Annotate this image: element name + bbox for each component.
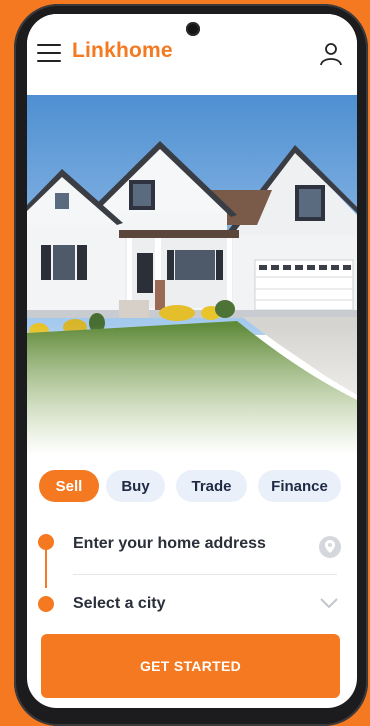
step-connector-line (45, 548, 47, 588)
tab-finance[interactable]: Finance (258, 470, 341, 502)
tab-sell[interactable]: Sell (39, 470, 99, 502)
user-account-icon[interactable] (318, 41, 344, 67)
city-step-dot (38, 596, 54, 612)
location-pin-icon[interactable] (319, 536, 341, 558)
city-select[interactable]: Select a city (73, 595, 166, 613)
hero-house-image (27, 95, 357, 455)
hamburger-menu-icon[interactable] (37, 44, 63, 62)
front-camera (186, 22, 200, 36)
tab-trade[interactable]: Trade (176, 470, 247, 502)
linkhome-logo: Linkhome (72, 39, 173, 62)
house-exterior-photo (27, 95, 357, 455)
app-screen: Linkhome Sell Buy Trade Finance Enter yo… (27, 14, 357, 708)
home-address-field[interactable]: Enter your home address (73, 535, 266, 553)
tab-buy[interactable]: Buy (106, 470, 165, 502)
get-started-button[interactable]: GET STARTED (41, 634, 340, 698)
transaction-type-tabs: Sell Buy Trade Finance (39, 470, 349, 502)
chevron-down-icon[interactable] (319, 596, 339, 610)
field-divider (73, 574, 337, 575)
